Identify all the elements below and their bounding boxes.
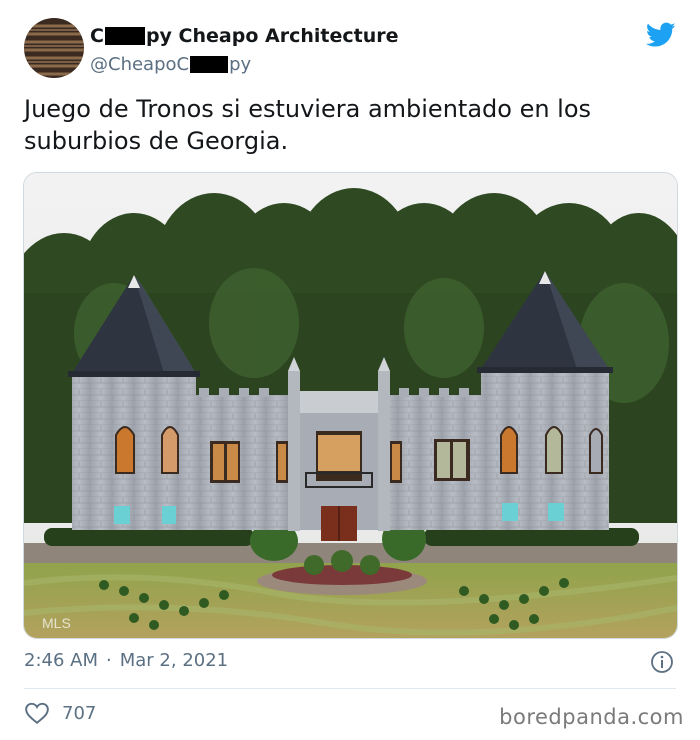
divider (24, 688, 676, 689)
author-name-end: py Cheapo Architecture (145, 25, 399, 47)
tweet-date: Mar 2, 2021 (119, 650, 229, 671)
avatar[interactable] (24, 18, 84, 78)
tweet-time: 2:46 AM (24, 650, 98, 671)
redaction-bar (190, 55, 229, 73)
tweet-card: C py Cheapo Architecture @CheapoC py Jue… (0, 0, 700, 740)
info-icon[interactable] (650, 650, 674, 674)
author-name-start: C (90, 25, 104, 47)
castle-house-photo: MLS (24, 173, 677, 638)
handle-start: @CheapoC (90, 53, 190, 75)
redaction-bar (104, 27, 145, 45)
like-button[interactable]: 707 (24, 700, 96, 726)
author-name[interactable]: C py Cheapo Architecture (90, 22, 398, 50)
handle-end: py (229, 53, 252, 75)
twitter-bird-icon[interactable] (646, 22, 676, 48)
tweet-photo[interactable]: MLS (23, 172, 678, 639)
source-credit: boredpanda.com (499, 705, 684, 729)
meta-separator: · (106, 650, 112, 671)
heart-icon (25, 702, 49, 724)
tweet-text: Juego de Tronos si estuviera ambientado … (24, 95, 592, 155)
author-handle[interactable]: @CheapoC py (90, 52, 251, 76)
like-count: 707 (62, 702, 97, 724)
tweet-timestamp[interactable]: 2:46 AM · Mar 2, 2021 (24, 650, 228, 671)
photo-watermark: MLS (42, 615, 71, 631)
